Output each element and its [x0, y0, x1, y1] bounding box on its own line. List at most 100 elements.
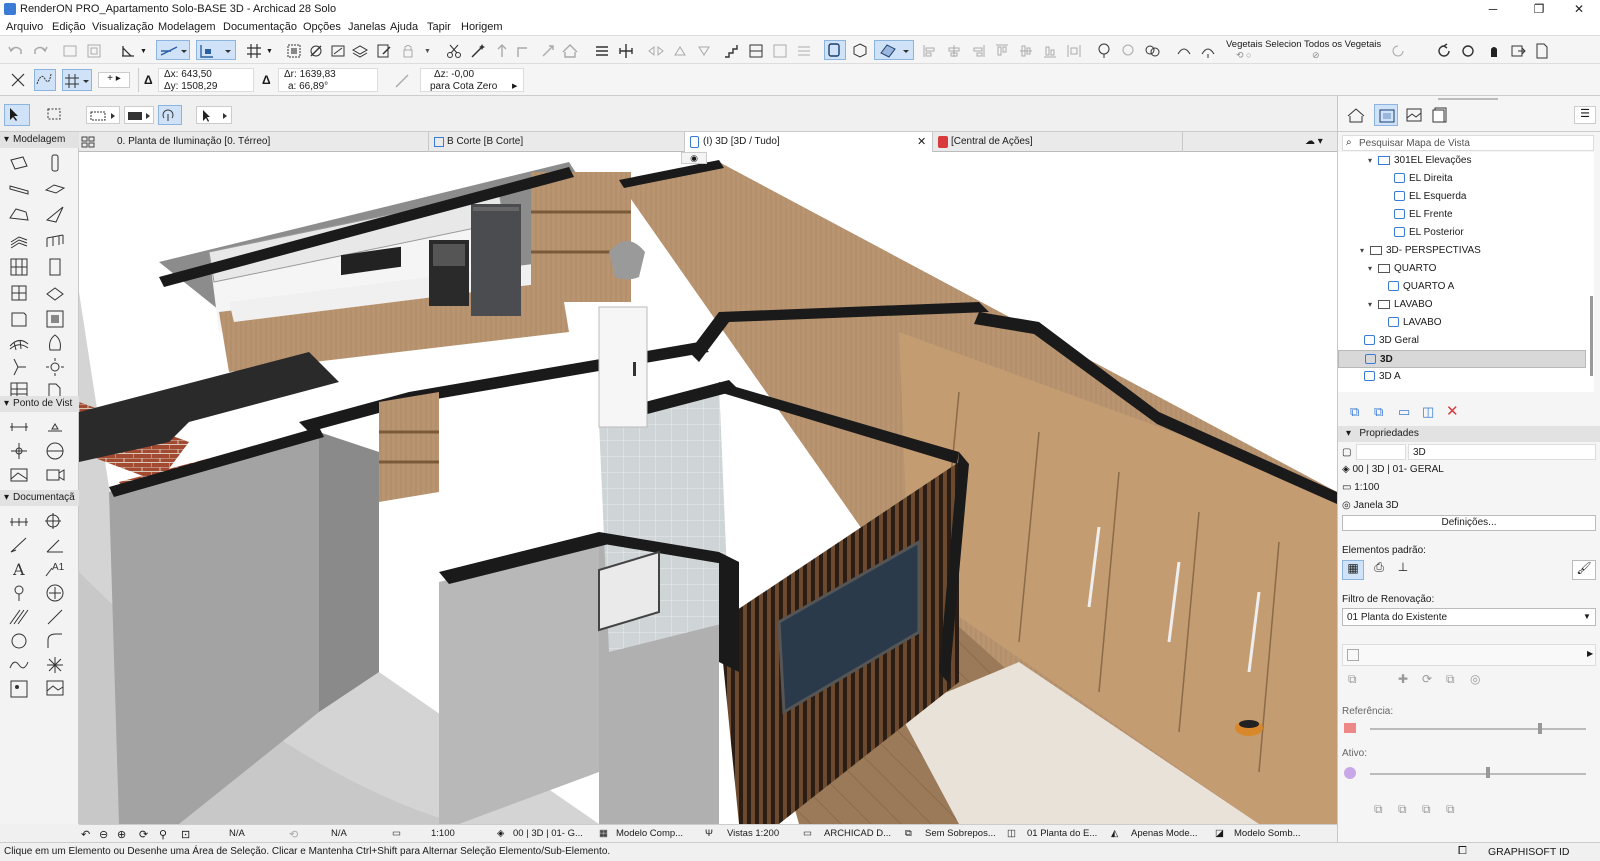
roof-icon[interactable] [560, 41, 578, 59]
z-reference-arrow-icon[interactable]: ▶ [512, 82, 517, 90]
zoom-na-1[interactable]: N/A [229, 828, 245, 839]
vegetation-4-icon[interactable] [1174, 41, 1192, 59]
active-color-swatch[interactable] [1344, 767, 1356, 779]
override-icon-3[interactable]: ⟳ [1422, 672, 1432, 686]
menu-edicao[interactable]: Edição [52, 21, 86, 33]
toolbox-section-ponto-de-vista[interactable]: ▾ Ponto de Vist [0, 396, 79, 412]
hand-icon[interactable] [1484, 41, 1502, 59]
panel-grip[interactable] [1438, 98, 1498, 100]
interior-elevation-tool-icon[interactable] [8, 440, 30, 462]
clone-view-icon[interactable]: ⧉ [1374, 404, 1383, 420]
arrow-tool-button[interactable] [4, 104, 30, 126]
default-elements-tool-icon[interactable]: ⊥ [1392, 560, 1414, 580]
close-button[interactable]: ✕ [1558, 0, 1600, 18]
z-reference[interactable]: para Cota Zero [430, 81, 497, 92]
marquee-tool-button[interactable] [44, 104, 66, 126]
elevation-tool-icon[interactable] [44, 416, 66, 438]
shell-tool-icon[interactable] [44, 204, 66, 226]
change-tool-icon[interactable] [44, 582, 66, 604]
structural-display-select[interactable]: Apenas Mode... [1131, 828, 1198, 839]
toolbox-section-documentacao[interactable]: ▾ Documentaçã [0, 490, 79, 506]
new-folder-icon[interactable]: ▭ [1398, 404, 1410, 420]
3d-viewport[interactable]: ◉ [79, 152, 1337, 824]
graphic-overrides-select[interactable]: Sem Sobrepos... [925, 828, 996, 839]
worksheet-icon[interactable] [794, 41, 812, 59]
refresh-icon[interactable] [1388, 41, 1406, 59]
tree-item-3d-selected[interactable]: 3D [1338, 350, 1586, 368]
tab-close-icon[interactable]: ✕ [917, 132, 926, 152]
window-tool-icon[interactable] [8, 282, 30, 304]
label-tool-icon[interactable]: A1 [44, 558, 66, 580]
layer-combination-select[interactable]: 00 | 3D | 01- G... [513, 828, 583, 839]
cursor-mode-select[interactable] [196, 106, 232, 124]
line-tool-icon[interactable] [44, 606, 66, 628]
renovation-filter-select[interactable]: 01 Planta do Existente ▼ [1342, 608, 1596, 626]
scale-select[interactable]: 1:100 [431, 828, 455, 839]
tree-item-el-posterior[interactable]: EL Posterior [1338, 224, 1586, 242]
default-elements-grid-button[interactable]: ▦ [1342, 560, 1364, 580]
walk-icon[interactable]: ⚲ [159, 828, 167, 841]
align-top-icon[interactable] [992, 41, 1010, 59]
mesh-tool-icon[interactable] [8, 332, 30, 354]
model-view-select[interactable]: Modelo Comp... [616, 828, 683, 839]
drawing-tool-icon[interactable] [44, 678, 66, 700]
navigator-menu-icon[interactable]: ☰ [1574, 106, 1596, 124]
group-icon[interactable] [284, 41, 302, 59]
angle-dimension-tool-icon[interactable] [44, 534, 66, 556]
toolbox-section-modelagem[interactable]: ▾ Modelagem [0, 132, 79, 148]
document-icon[interactable] [1532, 41, 1550, 59]
project-map-icon[interactable] [1346, 106, 1366, 124]
hotspot-tool-icon[interactable] [44, 654, 66, 676]
tree-scrollbar[interactable] [1590, 296, 1593, 376]
skylight-tool-icon[interactable] [44, 282, 66, 304]
distribute-icon[interactable] [1064, 41, 1082, 59]
vegetation-3-icon[interactable] [1142, 41, 1160, 59]
figure-tool-icon[interactable] [8, 678, 30, 700]
level-dimension-tool-icon[interactable] [44, 510, 66, 532]
update-view-icon[interactable]: ◫ [1422, 404, 1434, 420]
orbit-icon[interactable]: ⟳ [139, 828, 148, 841]
arc-tool-icon[interactable] [44, 630, 66, 652]
menu-modelagem[interactable]: Modelagem [158, 21, 215, 33]
reference-slider[interactable] [1370, 728, 1586, 730]
bottom-icon-2[interactable]: ⧉ [1398, 802, 1407, 817]
radial-dimension-tool-icon[interactable] [8, 534, 30, 556]
align-bottom-icon[interactable] [1040, 41, 1058, 59]
tree-item-3d-geral[interactable]: 3D Geral [1338, 332, 1586, 350]
offset-icon[interactable] [514, 41, 532, 59]
vegetation-5-icon[interactable] [1198, 41, 1216, 59]
undo-zoom-icon[interactable]: ↶ [81, 828, 90, 841]
triangle-up-icon[interactable] [670, 41, 688, 59]
circle-tool-icon[interactable] [8, 630, 30, 652]
redo-icon[interactable] [30, 41, 48, 59]
fit-icon[interactable]: ⊡ [181, 828, 190, 841]
tree-item-quarto-folder[interactable]: ▾ QUARTO [1338, 260, 1586, 278]
layout-book-icon[interactable] [1404, 106, 1424, 124]
lock-icon[interactable] [398, 41, 416, 59]
override-icon-4[interactable]: ⧉ [1446, 672, 1455, 687]
column-tool-icon[interactable] [44, 152, 66, 174]
z-slash-icon[interactable] [392, 71, 410, 89]
menu-documentacao[interactable]: Documentação [223, 21, 297, 33]
rotate-icon[interactable]: ⟲ [289, 828, 298, 841]
active-slider[interactable] [1370, 773, 1586, 775]
renovation-filter-select[interactable]: 01 Planta do E... [1027, 828, 1097, 839]
menu-tapir[interactable]: Tapir [427, 21, 451, 33]
measure-dropdown-icon[interactable]: ▼ [140, 48, 147, 55]
triangle-down-icon[interactable] [694, 41, 712, 59]
tree-item-lavabo-folder[interactable]: ▾ LAVABO [1338, 296, 1586, 314]
default-elements-brush-icon[interactable]: 🖌 [1572, 560, 1596, 580]
edit-icon[interactable] [374, 41, 392, 59]
dimension-tool-icon[interactable] [8, 510, 30, 532]
text-tool-icon[interactable]: A [8, 558, 30, 580]
snap-guides-button[interactable] [196, 40, 236, 60]
bottom-icon-4[interactable]: ⧉ [1446, 802, 1455, 817]
morph-tool-icon[interactable] [44, 332, 66, 354]
railing-tool-icon[interactable] [44, 230, 66, 252]
tree-item-elevacoes[interactable]: ▾ 301EL Elevações [1338, 152, 1586, 170]
zoom-in-icon[interactable]: ⊕ [117, 828, 126, 841]
todos-vegetais-icon[interactable]: ⊘ [1312, 50, 1320, 61]
menu-arquivo[interactable]: Arquivo [6, 21, 43, 33]
door-tool-icon[interactable] [44, 256, 66, 278]
zoom-out-icon[interactable]: ⊖ [99, 828, 108, 841]
